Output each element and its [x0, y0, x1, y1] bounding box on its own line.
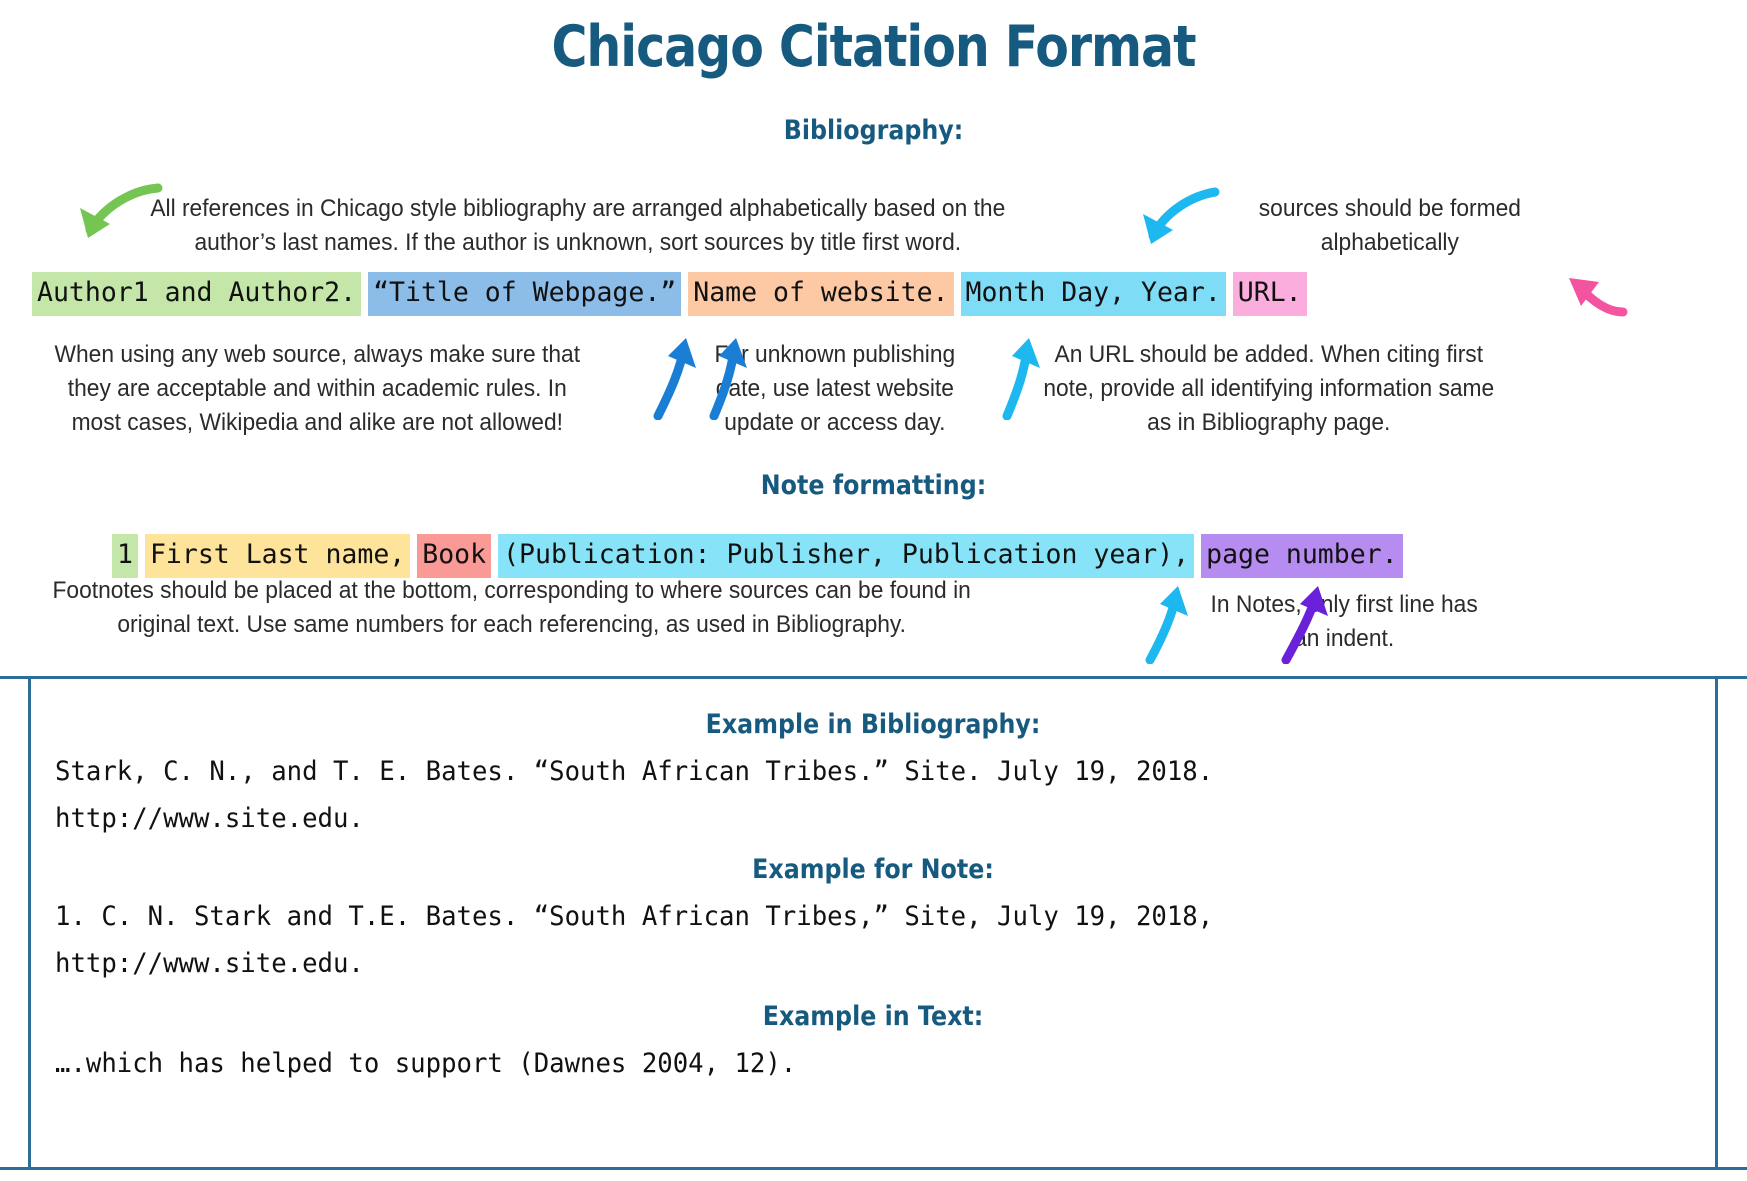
chip-website-name: Name of website.	[688, 272, 954, 316]
cyan-curved-arrow-down-left-icon	[1143, 187, 1220, 244]
example-box: Example in Bibliography: Stark, C. N., a…	[28, 676, 1718, 1170]
chip-note-publication: (Publication: Publisher, Publication yea…	[498, 534, 1195, 578]
example-text-line-1: ….which has helped to support (Dawnes 20…	[55, 1048, 797, 1079]
example-text-heading: Example in Text:	[762, 1001, 984, 1032]
annotation-indent: In Notes, only first line has an indent.	[1210, 591, 1478, 652]
example-bibliography-line-1: Stark, C. N., and T. E. Bates. “South Af…	[55, 756, 1214, 787]
note-section-heading: Note formatting:	[760, 470, 987, 501]
chip-title: “Title of Webpage.”	[368, 272, 682, 316]
example-bibliography-line-2: http://www.site.edu.	[55, 803, 364, 834]
bibliography-format-strip: Author1 and Author2. “Title of Webpage.”…	[32, 272, 1307, 316]
chip-note-author: First Last name,	[144, 534, 411, 578]
pink-arrow-left-icon	[1569, 278, 1628, 317]
annotation-footnotes: Footnotes should be placed at the bottom…	[52, 577, 971, 638]
example-bibliography-heading: Example in Bibliography:	[705, 709, 1041, 740]
page-title: Chicago Citation Format	[551, 14, 1196, 80]
example-note-heading: Example for Note:	[752, 854, 994, 885]
chip-note-pagenumber: page number.	[1201, 534, 1403, 578]
blue-arrow-up-title-icon	[653, 338, 696, 420]
example-note-line-2: http://www.site.edu.	[55, 948, 364, 979]
chip-author: Author1 and Author2.	[32, 272, 362, 316]
example-note-line-1: 1. C. N. Stark and T.E. Bates. “South Af…	[55, 901, 1214, 932]
annotation-sources-alphabetical: sources should be formed alphabetically	[1258, 195, 1521, 256]
bibliography-section-heading: Bibliography:	[783, 115, 964, 146]
annotation-alphabetical: All references in Chicago style bibliogr…	[150, 195, 1006, 256]
purple-arrow-up-pagenumber-icon	[1281, 586, 1328, 664]
green-curved-arrow-down-left-icon	[80, 183, 163, 238]
cyan-arrow-up-date-icon	[1002, 338, 1040, 420]
chip-note-booktitle: Book	[417, 534, 492, 578]
blue-arrow-up-website-icon	[709, 338, 747, 420]
note-format-strip: 1 First Last name, Book (Publication: Pu…	[112, 534, 1403, 578]
chip-note-number: 1	[112, 534, 138, 578]
annotation-web-source: When using any web source, always make s…	[54, 341, 581, 436]
infographic-page: Chicago Citation Format Bibliography: Al…	[0, 0, 1747, 1181]
annotation-url: An URL should be added. When citing firs…	[1043, 341, 1495, 436]
cyan-arrow-up-publication-icon	[1145, 586, 1188, 664]
chip-url: URL.	[1232, 272, 1307, 316]
chip-date: Month Day, Year.	[960, 272, 1226, 316]
